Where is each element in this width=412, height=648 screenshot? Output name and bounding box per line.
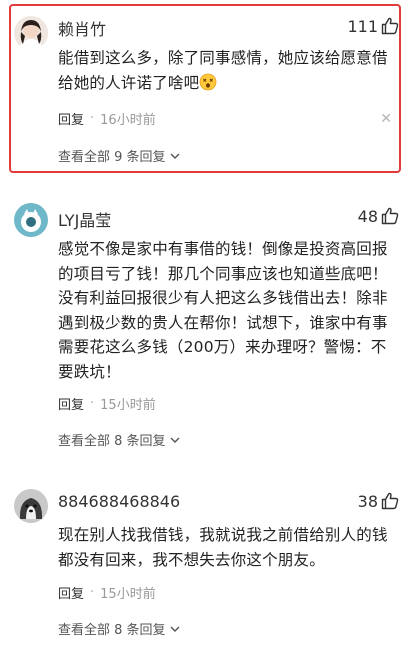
like-button[interactable]: 48 xyxy=(358,206,400,226)
like-count: 111 xyxy=(347,16,378,36)
chevron-down-icon xyxy=(169,434,181,446)
close-icon[interactable]: ✕ xyxy=(380,111,392,127)
thumbs-up-icon xyxy=(380,491,400,511)
thumbs-up-icon xyxy=(380,16,400,36)
comment-meta: 回复 · 16小时前 ✕ xyxy=(58,109,392,129)
like-button[interactable]: 38 xyxy=(358,491,400,511)
view-all-replies-button[interactable]: 查看全部 8 条回复 xyxy=(58,619,181,638)
username[interactable]: 884688468846 xyxy=(58,492,180,511)
comment-meta: 回复 · 15小时前 xyxy=(58,394,392,413)
username[interactable]: LYJ晶莹 xyxy=(58,207,111,231)
avatar[interactable] xyxy=(14,203,48,237)
timestamp: 15小时前 xyxy=(100,587,156,602)
separator-dot: · xyxy=(90,111,95,126)
like-count: 38 xyxy=(357,491,378,511)
view-all-label: 查看全部 8 条回复 xyxy=(58,434,166,449)
reply-button[interactable]: 回复 xyxy=(58,394,84,413)
timestamp: 16小时前 xyxy=(100,113,156,128)
username[interactable]: 赖肖竹 xyxy=(58,16,106,40)
separator-dot: · xyxy=(90,585,95,600)
reply-button[interactable]: 回复 xyxy=(58,109,84,128)
reply-button[interactable]: 回复 xyxy=(58,583,84,602)
dizzy-face-emoji-icon xyxy=(199,73,217,91)
view-all-label: 查看全部 9 条回复 xyxy=(58,150,166,165)
comment-text: 能借到这么多，除了同事感情，她应该给愿意借给她的人许诺了啥吧 xyxy=(58,46,400,95)
view-all-label: 查看全部 8 条回复 xyxy=(58,623,166,638)
avatar[interactable] xyxy=(14,489,48,523)
avatar[interactable] xyxy=(14,16,48,50)
like-button[interactable]: 111 xyxy=(347,16,400,36)
comment-text: 现在别人找我借钱，我就说我之前借给别人的钱都没有回来，我不想失去你这个朋友。 xyxy=(58,526,388,569)
comment-meta: 回复 · 15小时前 xyxy=(58,583,392,602)
chevron-down-icon xyxy=(169,623,181,635)
comment-text: 感觉不像是家中有事借的钱！倒像是投资高回报的项目亏了钱！那几个同事应该也知道些底… xyxy=(58,240,388,381)
separator-dot: · xyxy=(90,396,95,411)
thumbs-up-icon xyxy=(380,206,400,226)
like-count: 48 xyxy=(357,206,378,226)
timestamp: 15小时前 xyxy=(100,398,156,413)
comment-body: 能借到这么多，除了同事感情，她应该给愿意借给她的人许诺了啥吧 xyxy=(58,49,388,92)
view-all-replies-button[interactable]: 查看全部 8 条回复 xyxy=(58,430,181,449)
view-all-replies-button[interactable]: 查看全部 9 条回复 xyxy=(58,146,181,165)
chevron-down-icon xyxy=(169,150,181,162)
